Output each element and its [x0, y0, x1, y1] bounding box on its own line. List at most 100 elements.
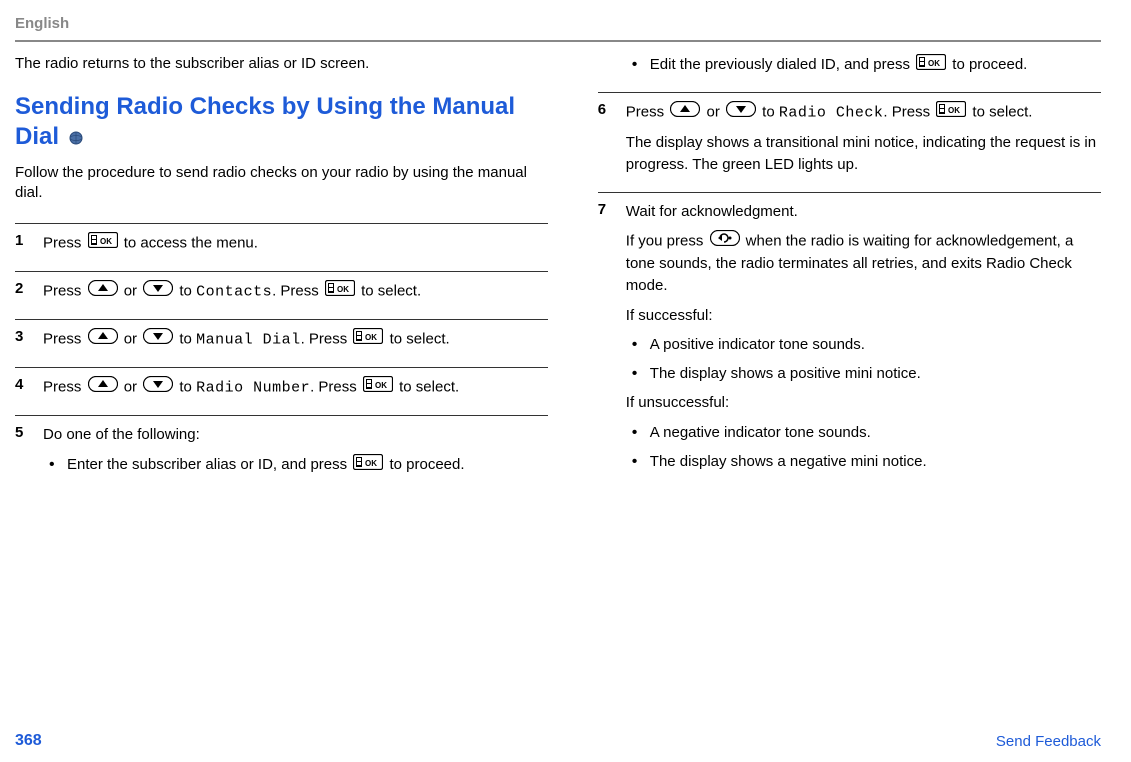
step-6: 6 Press or to Radio Check. Press OK — [598, 93, 1101, 192]
step-num-4: 4 — [15, 376, 43, 407]
page-number: 368 — [15, 732, 42, 750]
step-num-5: 5 — [15, 424, 43, 484]
s5b2b: to proceed. — [952, 56, 1027, 73]
s4-t2: or — [124, 379, 142, 396]
up-button-icon — [670, 101, 700, 124]
step-body-5: Do one of the following: Enter the subsc… — [43, 424, 548, 484]
s3-t3: to — [179, 331, 196, 348]
s5b1b: to proceed. — [389, 456, 464, 473]
send-feedback-link[interactable]: Send Feedback — [996, 733, 1101, 750]
content-columns: The radio returns to the subscriber alia… — [15, 54, 1101, 492]
svg-text:OK: OK — [375, 381, 387, 390]
s2-t1: Press — [43, 283, 86, 300]
s4-t1: Press — [43, 379, 86, 396]
s5b2a: Edit the previously dialed ID, and press — [650, 56, 914, 73]
s7-unsucc-b2: The display shows a negative mini notice… — [626, 451, 1101, 472]
procedure-intro: Follow the procedure to send radio check… — [15, 163, 548, 204]
ok-button-icon: OK — [88, 232, 118, 255]
s1-t1: Press — [43, 235, 86, 252]
s1-t2: to access the menu. — [124, 235, 258, 252]
s5-bullets: Enter the subscriber alias or ID, and pr… — [43, 454, 548, 476]
svg-text:OK: OK — [365, 459, 377, 468]
s2-t3: to — [179, 283, 196, 300]
step-body-6: Press or to Radio Check. Press OK to sel… — [626, 101, 1101, 184]
s6-t1: Press — [626, 103, 669, 120]
s7-succ-b1: A positive indicator tone sounds. — [626, 334, 1101, 355]
step-5-continued: Edit the previously dialed ID, and press… — [598, 54, 1101, 92]
svg-text:OK: OK — [365, 333, 377, 342]
step-num-7: 7 — [598, 201, 626, 481]
left-column: The radio returns to the subscriber alia… — [15, 54, 548, 492]
step-body-4: Press or to Radio Number. Press OK to se… — [43, 376, 548, 407]
s2-t4: . Press — [272, 283, 323, 300]
s7-succ-b2: The display shows a positive mini notice… — [626, 363, 1101, 384]
s2-t5: to select. — [361, 283, 421, 300]
step-1: 1 Press OK to access the menu. — [15, 224, 548, 271]
ok-button-icon: OK — [353, 454, 383, 476]
step-num-2: 2 — [15, 280, 43, 311]
s6-t2: or — [706, 103, 724, 120]
s4-t4: . Press — [310, 379, 361, 396]
s5-bullet-2: Edit the previously dialed ID, and press… — [626, 54, 1101, 76]
down-button-icon — [143, 280, 173, 303]
up-button-icon — [88, 376, 118, 399]
footer: 368 Send Feedback — [15, 732, 1101, 750]
s7-unsucc: If unsuccessful: — [626, 392, 1101, 414]
step-3: 3 Press or to Manual Dial. Press OK — [15, 320, 548, 367]
s6-note: The display shows a transitional mini no… — [626, 132, 1101, 176]
s5-bullet-1: Enter the subscriber alias or ID, and pr… — [43, 454, 548, 476]
s4-t5: to select. — [399, 379, 459, 396]
step-num-blank — [598, 54, 626, 84]
s5-title: Do one of the following: — [43, 424, 548, 446]
up-button-icon — [88, 328, 118, 351]
s2-menu: Contacts — [196, 284, 272, 301]
svg-text:OK: OK — [928, 59, 940, 68]
ok-button-icon: OK — [936, 101, 966, 124]
step-7: 7 Wait for acknowledgment. If you press … — [598, 193, 1101, 489]
radio-globe-icon — [69, 123, 83, 153]
s3-t2: or — [124, 331, 142, 348]
ok-button-icon: OK — [353, 328, 383, 351]
s6-t4: . Press — [883, 103, 934, 120]
s7-p1a: If you press — [626, 233, 708, 250]
down-button-icon — [143, 328, 173, 351]
s4-menu: Radio Number — [196, 380, 310, 397]
header-rule — [15, 40, 1101, 42]
svg-text:OK: OK — [100, 237, 112, 246]
step-body-3: Press or to Manual Dial. Press OK to sel… — [43, 328, 548, 359]
back-button-icon — [710, 230, 740, 253]
s5b-bullets: Edit the previously dialed ID, and press… — [626, 54, 1101, 76]
s6-menu: Radio Check — [779, 104, 884, 121]
ok-button-icon: OK — [916, 54, 946, 76]
s5b1a: Enter the subscriber alias or ID, and pr… — [67, 456, 351, 473]
svg-text:OK: OK — [337, 285, 349, 294]
s3-t4: . Press — [301, 331, 352, 348]
step-num-3: 3 — [15, 328, 43, 359]
ok-button-icon: OK — [325, 280, 355, 303]
s7-unsucc-list: A negative indicator tone sounds. The di… — [626, 422, 1101, 472]
s4-t3: to — [179, 379, 196, 396]
step-4: 4 Press or to Radio Number. Press OK — [15, 368, 548, 415]
header-language: English — [15, 15, 1101, 32]
s3-menu: Manual Dial — [196, 332, 301, 349]
down-button-icon — [726, 101, 756, 124]
s2-t2: or — [124, 283, 142, 300]
s6-t5: to select. — [972, 103, 1032, 120]
step-body-7: Wait for acknowledgment. If you press wh… — [626, 201, 1101, 481]
step-num-1: 1 — [15, 232, 43, 263]
s7-unsucc-b1: A negative indicator tone sounds. — [626, 422, 1101, 443]
s7-title: Wait for acknowledgment. — [626, 201, 1101, 223]
svg-text:OK: OK — [948, 106, 960, 115]
intro-text: The radio returns to the subscriber alia… — [15, 54, 548, 74]
s7-succ: If successful: — [626, 305, 1101, 327]
ok-button-icon: OK — [363, 376, 393, 399]
step-2: 2 Press or to Contacts. Press OK t — [15, 272, 548, 319]
step-body-1: Press OK to access the menu. — [43, 232, 548, 263]
step-5: 5 Do one of the following: Enter the sub… — [15, 416, 548, 492]
heading-text: Sending Radio Checks by Using the Manual… — [15, 93, 515, 150]
s7-succ-list: A positive indicator tone sounds. The di… — [626, 334, 1101, 384]
step-num-6: 6 — [598, 101, 626, 184]
up-button-icon — [88, 280, 118, 303]
step-body-2: Press or to Contacts. Press OK to select… — [43, 280, 548, 311]
section-heading: Sending Radio Checks by Using the Manual… — [15, 92, 548, 153]
